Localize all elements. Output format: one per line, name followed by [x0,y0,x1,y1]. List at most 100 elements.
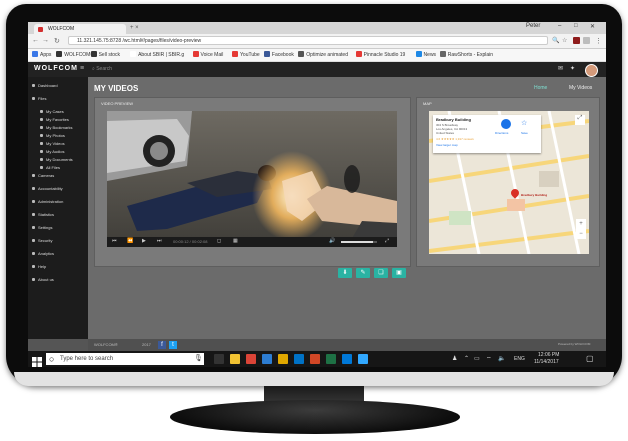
twitter-icon[interactable]: t [169,341,177,349]
sidebar-item-cameras[interactable]: Cameras [32,173,54,178]
save-icon[interactable]: ☆ [521,119,527,127]
sidebar-item-settings[interactable]: Settings [32,225,52,230]
bookmark-item[interactable]: Optimize animated [298,51,348,59]
sidebar-item-statistics[interactable]: Statistics [32,212,54,217]
skip-back-icon[interactable]: ⏮ [112,238,117,244]
notification-icon[interactable]: ✉ [558,65,563,72]
camera-icon[interactable]: ◻ [217,238,221,244]
sidebar-item-administration[interactable]: Administration [32,199,63,204]
edit-button[interactable]: ✎ [356,268,370,278]
back-icon[interactable]: ← [32,37,39,44]
photoshop-icon[interactable] [358,354,368,364]
map-card-address-line: United States [436,131,455,135]
sidebar-item-accountability[interactable]: Accountability [32,186,63,191]
extension-icon[interactable] [573,37,580,44]
map-zoom-control[interactable]: + − [576,219,586,239]
breadcrumb-home[interactable]: Home [534,85,547,91]
clock-date[interactable]: 11/14/2017 [534,359,559,365]
clock-time[interactable]: 12:06 PM [538,352,559,358]
photos-icon[interactable] [262,354,272,364]
sidebar-item-help[interactable]: Help [32,264,46,269]
network-icon[interactable]: ▭ [474,355,480,362]
directions-icon[interactable] [501,119,511,129]
task-view-icon[interactable] [214,354,224,364]
play-icon[interactable]: ▶ [142,238,146,244]
extension-icon[interactable] [583,37,590,44]
sidebar-item-my-favorites[interactable]: My Favorites [40,117,69,122]
bookmark-item[interactable]: RawShorts - Explain [439,51,493,59]
bookmark-item[interactable]: WOLFCOM® [56,51,94,59]
monitor-bezel-lip [14,372,614,386]
forward-icon[interactable]: → [42,37,49,44]
sidebar-item-my-documents[interactable]: My Documents [40,157,73,162]
microphone-icon[interactable]: 🎙 [194,353,203,365]
volume-slider[interactable] [341,241,377,243]
sidebar-item-my-photos[interactable]: My Photos [40,133,65,138]
sidebar-item-files[interactable]: Files [32,96,46,101]
bookmark-item[interactable]: Facebook [263,51,294,59]
bookmark-item[interactable]: Voice Mail [192,51,223,59]
fullscreen-icon[interactable]: ⤢ [385,238,389,244]
bookmark-button[interactable]: ❏ [374,268,388,278]
sidebar-item-analytics[interactable]: Analytics [32,251,54,256]
folder-icon[interactable] [278,354,288,364]
file-explorer-icon[interactable] [230,354,240,364]
language-indicator[interactable]: ENG [514,356,525,362]
hamburger-icon[interactable]: ≡ [80,65,84,72]
minimize-icon[interactable]: – [558,23,561,29]
new-tab-button[interactable]: + × [130,25,139,31]
bookmark-item[interactable]: YouTube [232,51,260,59]
chrome-icon[interactable] [246,354,256,364]
video-time: 00:00:12 / 00:02:08 [173,239,208,244]
video-controls: ⏮ ⏪ ▶ ⏭ 00:00:12 / 00:02:08 ◻ ▦ 🔊 ⤢ [107,237,397,247]
people-icon[interactable]: ♟ [452,355,457,362]
bell-icon[interactable]: ✦ [570,65,575,72]
bookmark-item[interactable]: Apps [32,51,51,59]
excel-icon[interactable] [326,354,336,364]
maximize-icon[interactable]: □ [574,23,578,29]
sidebar-item-dashboard[interactable]: Dashboard [32,83,58,88]
address-bar[interactable]: 11.321.145.75:8728 /wc.html#/pages/files… [68,36,548,45]
sidebar-item-my-audios[interactable]: My Audios [40,149,64,154]
rewind-icon[interactable]: ⏪ [127,238,133,244]
sidebar-item-security[interactable]: Security [32,238,52,243]
volume-tray-icon[interactable]: 🔈 [498,355,505,362]
video-player[interactable]: ⏮ ⏪ ▶ ⏭ 00:00:12 / 00:02:08 ◻ ▦ 🔊 ⤢ [107,111,397,247]
sidebar-item-about-us[interactable]: About us [32,277,54,282]
download-button[interactable]: ⬇ [338,268,352,278]
header-search[interactable]: ⌕ Search [92,66,112,72]
map-view[interactable]: Bradbury Building 304 S Broadway Los Ange… [429,111,589,254]
skip-forward-icon[interactable]: ⏭ [157,238,162,244]
star-icon[interactable]: ☆ [562,37,567,44]
zoom-icon[interactable]: 🔍 [552,37,559,44]
volume-icon[interactable]: 🔊 [329,238,335,244]
bookmark-item[interactable]: Sell stock [90,51,120,59]
film-icon[interactable]: ▦ [233,238,238,244]
edge-icon[interactable] [342,354,352,364]
bookmark-item[interactable]: Pinnacle Studio 19 [355,51,405,59]
powerpoint-icon[interactable] [310,354,320,364]
browser-tab[interactable]: WOLFCOM [34,24,126,34]
sidebar-item-my-bookmarks[interactable]: My Bookmarks [40,125,72,130]
map-card-title: Bradbury Building [436,117,471,122]
view-larger-map-link[interactable]: View larger map [436,143,458,147]
action-center-icon[interactable]: ▢ [586,354,594,363]
wifi-icon[interactable]: ⌔ [486,355,492,363]
tray-chevron-icon[interactable]: ⌃ [464,355,469,362]
bookmark-item[interactable]: About SBIR | SBIR.g [130,51,184,59]
taskbar-search[interactable]: ○ Type here to search 🎙 [46,353,204,365]
outlook-icon[interactable] [294,354,304,364]
menu-icon[interactable]: ⋮ [595,37,602,45]
sidebar-item-my-videos[interactable]: My Videos [40,141,65,146]
bookmark-item[interactable]: News [415,51,436,59]
close-icon[interactable]: ✕ [590,23,595,30]
map-fullscreen-icon[interactable]: ⤢ [575,115,585,125]
reload-icon[interactable]: ↻ [54,37,60,45]
facebook-icon[interactable]: f [158,341,166,349]
windows-start-icon[interactable] [32,354,42,367]
share-button[interactable]: ▣ [392,268,406,278]
sidebar-item-all-files[interactable]: All Files [40,165,60,170]
avatar[interactable] [585,64,598,77]
sidebar-item-label: My Favorites [46,117,69,122]
sidebar-item-my-cases[interactable]: My Cases [40,109,64,114]
